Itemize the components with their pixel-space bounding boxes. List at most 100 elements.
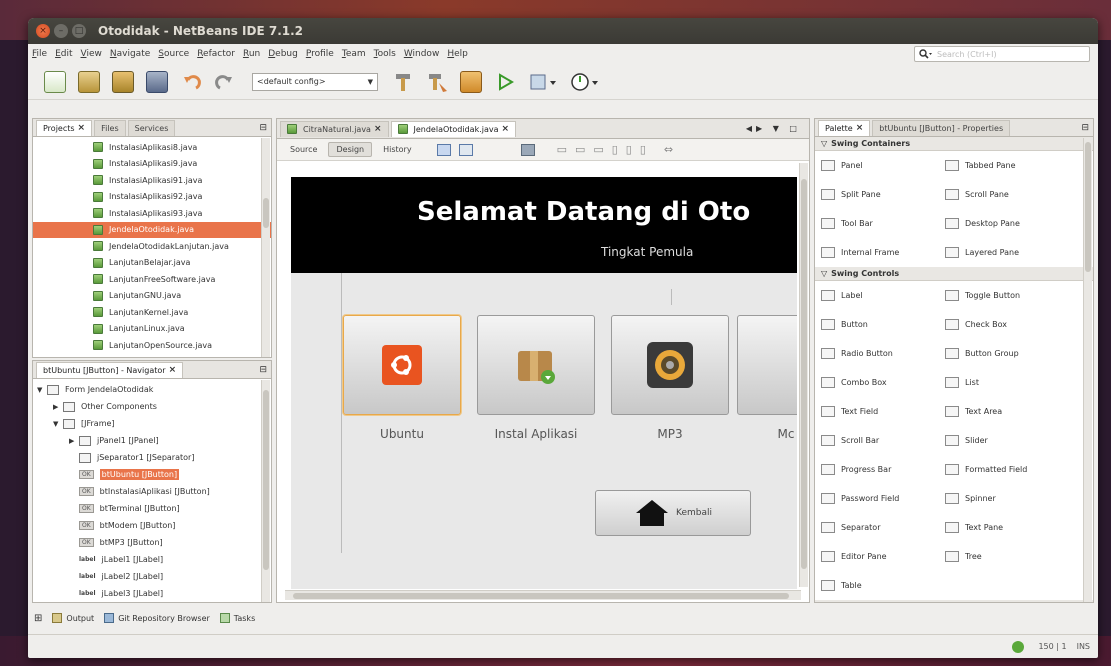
- navigator-node[interactable]: jSeparator1 [JSeparator]: [37, 449, 271, 466]
- window-list-icon[interactable]: ⊞: [34, 613, 42, 624]
- tab-citranatural[interactable]: CitraNatural.java ×: [280, 120, 389, 137]
- run-icon[interactable]: [494, 71, 516, 93]
- redo-icon[interactable]: [214, 71, 236, 93]
- title-bar[interactable]: × – □ Otodidak - NetBeans IDE 7.1.2: [28, 18, 1098, 44]
- expanded-arrow-icon[interactable]: ▼: [37, 386, 47, 394]
- navigator-scrollbar[interactable]: [261, 380, 270, 602]
- navigator-node[interactable]: OK btUbuntu [JButton]: [37, 466, 271, 483]
- palette-item-list[interactable]: List: [945, 368, 1069, 397]
- palette-item-textfield[interactable]: Text Field: [821, 397, 945, 426]
- palette-item-layered[interactable]: Layered Pane: [945, 238, 1069, 267]
- mp3-button[interactable]: [611, 315, 729, 415]
- project-file-item[interactable]: LanjutanFreeSoftware.java: [33, 271, 271, 288]
- tab-services[interactable]: Services: [127, 119, 176, 136]
- tab-jendelaotodidak[interactable]: JendelaOtodidak.java ×: [390, 120, 517, 137]
- palette-item-table[interactable]: Table: [821, 571, 945, 600]
- tab-projects[interactable]: Projects ×: [36, 119, 93, 136]
- new-file-icon[interactable]: [44, 70, 66, 93]
- navigator-node[interactable]: label jLabel1 [JLabel]: [37, 551, 271, 568]
- palette-item-radio[interactable]: Radio Button: [821, 339, 945, 368]
- project-file-item[interactable]: InstalasiAplikasi92.java: [33, 189, 271, 206]
- project-file-item[interactable]: InstalasiAplikasi9.java: [33, 156, 271, 173]
- project-file-item[interactable]: LanjutanLinux.java: [33, 321, 271, 338]
- palette-item-group[interactable]: Button Group: [945, 339, 1069, 368]
- navigator-node[interactable]: ▶ jPanel1 [JPanel]: [37, 432, 271, 449]
- save-all-icon[interactable]: [146, 70, 168, 93]
- project-file-item[interactable]: LanjutanKernel.java: [33, 304, 271, 321]
- undo-icon[interactable]: [180, 71, 202, 93]
- tab-files[interactable]: Files: [94, 119, 126, 136]
- navigator-node[interactable]: label jLabel2 [JLabel]: [37, 568, 271, 585]
- resize-icon[interactable]: ⇔: [664, 143, 673, 156]
- hammer-icon[interactable]: [392, 71, 414, 93]
- navigator-node[interactable]: ▼ [JFrame]: [37, 415, 271, 432]
- palette-item-editor[interactable]: Editor Pane: [821, 542, 945, 571]
- canvas-vscrollbar[interactable]: [799, 163, 808, 587]
- palette-section-header[interactable]: ▽ Swing Controls: [815, 267, 1093, 281]
- palette-item-progress[interactable]: Progress Bar: [821, 455, 945, 484]
- navigator-node[interactable]: label jLabel3 [JLabel]: [37, 585, 271, 602]
- palette-item-button[interactable]: Button: [821, 310, 945, 339]
- close-icon[interactable]: ×: [856, 123, 864, 133]
- minimize-panel-icon[interactable]: ⊟: [259, 123, 267, 133]
- design-mode-button[interactable]: Design: [328, 142, 373, 157]
- canvas-hscrollbar[interactable]: [285, 590, 801, 600]
- project-file-item[interactable]: LanjutanBelajar.java: [33, 255, 271, 272]
- scroll-thumb[interactable]: [263, 198, 269, 228]
- palette-item-desktop[interactable]: Desktop Pane: [945, 209, 1069, 238]
- palette-item-slider[interactable]: Slider: [945, 426, 1069, 455]
- minimize-panel-icon[interactable]: ⊟: [1081, 123, 1089, 133]
- project-file-item[interactable]: JendelaOtodidakLanjutan.java: [33, 238, 271, 255]
- menu-item-file[interactable]: File: [32, 49, 47, 59]
- project-file-item[interactable]: JendelaOtodidak.java: [33, 221, 271, 238]
- output-tab[interactable]: Output: [66, 614, 94, 623]
- palette-item-scrollbar[interactable]: Scroll Bar: [821, 426, 945, 455]
- back-button[interactable]: Kembali: [595, 490, 751, 536]
- palette-item-textarea[interactable]: Text Area: [945, 397, 1069, 426]
- palette-item-frame[interactable]: Internal Frame: [821, 238, 945, 267]
- navigator-node[interactable]: ▶ Other Components: [37, 398, 271, 415]
- menu-item-navigate[interactable]: Navigate: [110, 49, 150, 59]
- palette-item-toggle[interactable]: Toggle Button: [945, 281, 1069, 310]
- palette-item-spinner[interactable]: Spinner: [945, 484, 1069, 513]
- palette-item-label[interactable]: Label: [821, 281, 945, 310]
- tab-palette[interactable]: Palette ×: [818, 119, 871, 136]
- history-mode-button[interactable]: History: [376, 143, 418, 156]
- install-app-button[interactable]: [477, 315, 595, 415]
- tab-properties[interactable]: btUbuntu [JButton] - Properties: [872, 119, 1011, 136]
- tab-scroll-controls[interactable]: ◀▶ ▼ □: [746, 124, 801, 133]
- navigator-node[interactable]: ▼ Form JendelaOtodidak: [37, 381, 271, 398]
- modem-button[interactable]: [737, 315, 797, 415]
- preview-design-icon[interactable]: [520, 143, 535, 156]
- menu-item-refactor[interactable]: Refactor: [197, 49, 235, 59]
- menu-item-source[interactable]: Source: [158, 49, 189, 59]
- menu-item-team[interactable]: Team: [342, 49, 366, 59]
- project-file-item[interactable]: InstalasiAplikasi91.java: [33, 172, 271, 189]
- close-icon[interactable]: ×: [502, 124, 510, 134]
- connection-mode-icon[interactable]: [458, 143, 473, 156]
- debug-icon[interactable]: [528, 71, 558, 93]
- scroll-thumb[interactable]: [1085, 142, 1091, 272]
- maximize-window-button[interactable]: □: [72, 24, 86, 38]
- navigator-node[interactable]: OK btTerminal [JButton]: [37, 500, 271, 517]
- ubuntu-button[interactable]: [343, 315, 461, 415]
- open-project-icon[interactable]: [112, 70, 134, 93]
- minimize-window-button[interactable]: –: [54, 24, 68, 38]
- palette-item-toolbar[interactable]: Tool Bar: [821, 209, 945, 238]
- scroll-thumb[interactable]: [263, 390, 269, 570]
- navigator-node[interactable]: OK btModem [JButton]: [37, 517, 271, 534]
- menu-item-debug[interactable]: Debug: [268, 49, 298, 59]
- config-dropdown[interactable]: <default config> ▼: [252, 72, 378, 91]
- palette-item-panel[interactable]: Panel: [821, 151, 945, 180]
- palette-item-password[interactable]: Password Field: [821, 484, 945, 513]
- palette-section-header[interactable]: ▽ Swing Containers: [815, 137, 1093, 151]
- palette-item-combo[interactable]: Combo Box: [821, 368, 945, 397]
- navigator-node[interactable]: OK btInstalasiAplikasi [JButton]: [37, 483, 271, 500]
- scroll-thumb[interactable]: [293, 593, 789, 599]
- selection-mode-icon[interactable]: [436, 143, 451, 156]
- scroll-thumb[interactable]: [801, 179, 807, 569]
- collapsed-arrow-icon[interactable]: ▶: [53, 403, 63, 411]
- align-tools-icons[interactable]: ▭▭▭▯▯▯: [557, 143, 654, 156]
- menu-item-profile[interactable]: Profile: [306, 49, 334, 59]
- projects-scrollbar[interactable]: [261, 138, 270, 357]
